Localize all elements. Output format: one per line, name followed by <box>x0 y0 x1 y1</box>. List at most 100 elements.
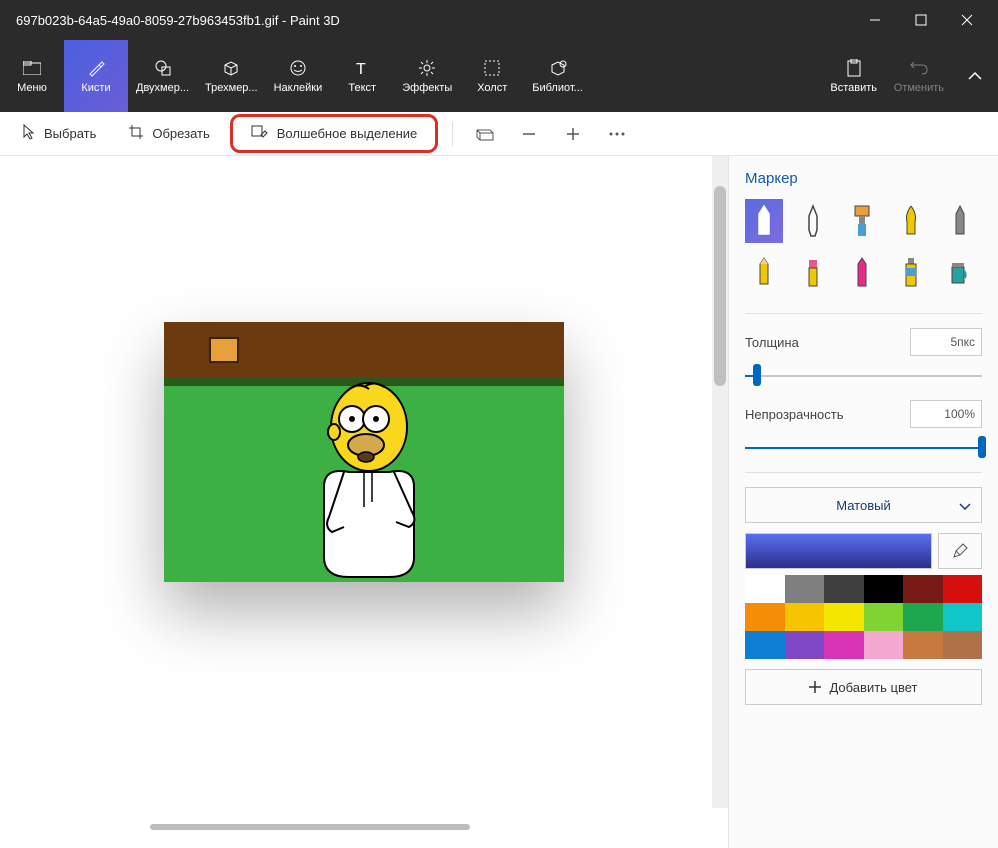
stickers-label: Наклейки <box>274 82 323 94</box>
color-swatch[interactable] <box>943 631 983 659</box>
vertical-scrollbar[interactable] <box>712 156 728 808</box>
more-button[interactable] <box>599 116 635 152</box>
brush-calligraphy[interactable] <box>794 199 832 243</box>
svg-text:T: T <box>356 61 366 77</box>
effects-icon <box>417 58 437 78</box>
color-swatch[interactable] <box>864 603 904 631</box>
color-swatch[interactable] <box>745 603 785 631</box>
canvas-label: Холст <box>477 82 507 94</box>
plus-icon <box>809 681 821 693</box>
effects-tab[interactable]: Эффекты <box>394 40 460 112</box>
text-tab[interactable]: T Текст <box>330 40 394 112</box>
brush-eraser[interactable] <box>794 251 832 295</box>
zoom-out-button[interactable] <box>511 116 547 152</box>
brush-pixel[interactable] <box>941 199 979 243</box>
brush-oil[interactable] <box>843 199 881 243</box>
brush-watercolor[interactable] <box>892 199 930 243</box>
canvas-image[interactable] <box>164 322 564 582</box>
folder-icon <box>22 58 42 78</box>
library-tab[interactable]: Библиот... <box>524 40 591 112</box>
canvas-icon <box>482 58 502 78</box>
canvas-area[interactable] <box>0 156 728 848</box>
color-swatch[interactable] <box>745 631 785 659</box>
crop-label: Обрезать <box>152 126 209 141</box>
3d-label: Трехмер... <box>205 82 258 94</box>
color-swatch[interactable] <box>903 603 943 631</box>
library-icon <box>548 58 568 78</box>
opacity-label: Непрозрачность <box>745 407 844 422</box>
current-color-preview[interactable] <box>745 533 932 569</box>
brush-pencil[interactable] <box>745 251 783 295</box>
undo-button[interactable]: Отменить <box>886 40 952 112</box>
maximize-button[interactable] <box>898 0 944 40</box>
color-swatch[interactable] <box>824 603 864 631</box>
brush-fill[interactable] <box>941 251 979 295</box>
eyedropper-button[interactable] <box>938 533 982 569</box>
magic-select-icon <box>251 125 269 142</box>
color-swatch[interactable] <box>943 603 983 631</box>
add-color-label: Добавить цвет <box>829 680 917 695</box>
menu-button[interactable]: Меню <box>0 40 64 112</box>
effects-label: Эффекты <box>402 82 452 94</box>
cursor-icon <box>22 124 36 143</box>
crop-icon <box>128 124 144 143</box>
3d-view-button[interactable] <box>467 116 503 152</box>
brush-crayon[interactable] <box>843 251 881 295</box>
clipboard-icon <box>844 58 864 78</box>
3d-shapes-tab[interactable]: Трехмер... <box>197 40 266 112</box>
color-swatch[interactable] <box>785 631 825 659</box>
ribbon-expand[interactable] <box>952 40 998 112</box>
color-swatch[interactable] <box>864 575 904 603</box>
color-swatch-grid <box>745 575 982 659</box>
stickers-tab[interactable]: Наклейки <box>266 40 331 112</box>
brushes-tab[interactable]: Кисти <box>64 40 128 112</box>
divider <box>745 472 982 473</box>
magic-select-button[interactable]: Волшебное выделение <box>230 114 439 153</box>
thickness-input[interactable] <box>910 328 982 356</box>
color-swatch[interactable] <box>745 575 785 603</box>
crop-button[interactable]: Обрезать <box>116 118 221 149</box>
brush-icon <box>86 58 106 78</box>
paste-label: Вставить <box>830 82 877 94</box>
toolbar: Выбрать Обрезать Волшебное выделение <box>0 112 998 156</box>
2d-shapes-tab[interactable]: Двухмер... <box>128 40 197 112</box>
color-swatch[interactable] <box>824 631 864 659</box>
2d-label: Двухмер... <box>136 82 189 94</box>
select-button[interactable]: Выбрать <box>10 118 108 149</box>
panel-title: Маркер <box>745 170 982 187</box>
close-button[interactable] <box>944 0 990 40</box>
divider <box>745 313 982 314</box>
side-panel: Маркер Толщина Непрозрачность <box>728 156 998 848</box>
color-swatch[interactable] <box>943 575 983 603</box>
brushes-label: Кисти <box>81 82 110 94</box>
window-title: 697b023b-64a5-49a0-8059-27b963453fb1.gif… <box>8 13 852 28</box>
cartoon-character <box>294 377 454 582</box>
undo-icon <box>909 58 929 78</box>
color-swatch[interactable] <box>785 603 825 631</box>
paste-button[interactable]: Вставить <box>822 40 886 112</box>
color-swatch[interactable] <box>903 575 943 603</box>
brush-spray[interactable] <box>892 251 930 295</box>
sticker-icon <box>288 58 308 78</box>
thickness-slider[interactable] <box>745 366 982 384</box>
toolbar-divider <box>452 122 453 146</box>
color-swatch[interactable] <box>785 575 825 603</box>
zoom-in-button[interactable] <box>555 116 591 152</box>
chevron-down-icon <box>959 498 971 513</box>
titlebar: 697b023b-64a5-49a0-8059-27b963453fb1.gif… <box>0 0 998 40</box>
material-select[interactable]: Матовый <box>745 487 982 523</box>
add-color-button[interactable]: Добавить цвет <box>745 669 982 705</box>
horizontal-scrollbar[interactable] <box>150 824 470 830</box>
opacity-slider[interactable] <box>745 438 982 456</box>
shapes-2d-icon <box>153 58 173 78</box>
cube-icon <box>221 58 241 78</box>
canvas-tab[interactable]: Холст <box>460 40 524 112</box>
brush-marker[interactable] <box>745 199 783 243</box>
brush-grid <box>745 199 982 295</box>
library-label: Библиот... <box>532 82 583 94</box>
opacity-input[interactable] <box>910 400 982 428</box>
color-swatch[interactable] <box>824 575 864 603</box>
minimize-button[interactable] <box>852 0 898 40</box>
color-swatch[interactable] <box>864 631 904 659</box>
color-swatch[interactable] <box>903 631 943 659</box>
